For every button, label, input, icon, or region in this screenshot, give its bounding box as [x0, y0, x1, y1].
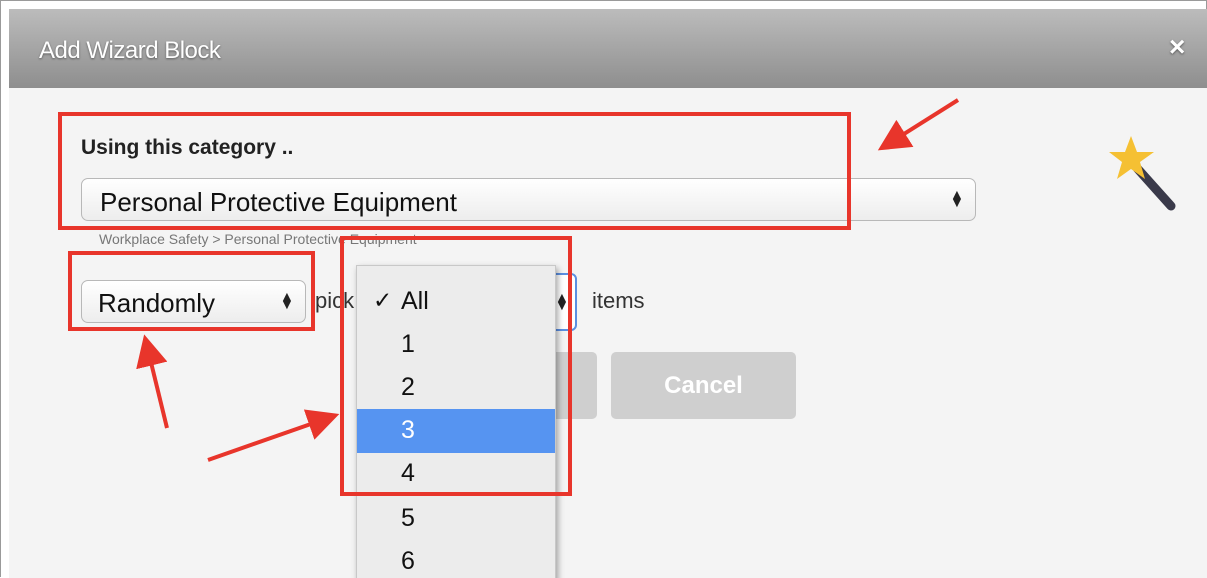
annotation-arrow-dropdown: [207, 409, 340, 462]
annotation-arrows: [136, 98, 960, 462]
annotation-arrow-mode: [136, 334, 169, 429]
annotation-arrow-category: [877, 98, 960, 151]
